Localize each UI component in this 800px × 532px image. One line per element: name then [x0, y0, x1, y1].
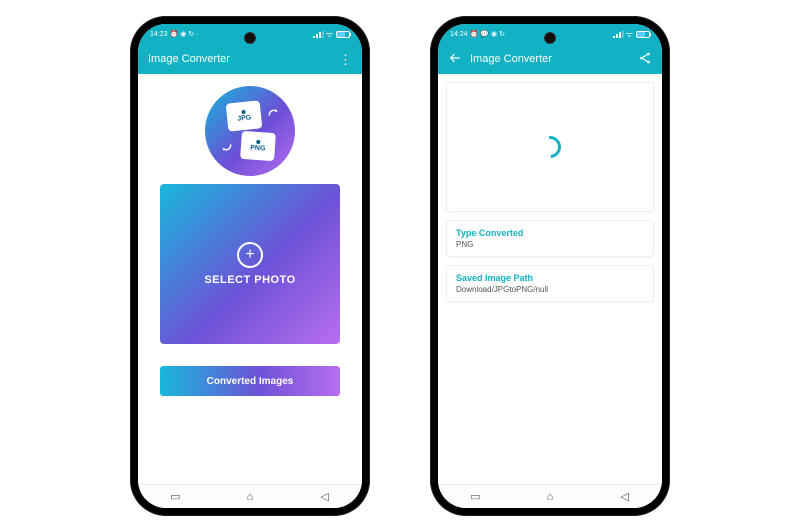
status-time: 14:24	[450, 31, 468, 38]
type-converted-value: PNG	[456, 240, 644, 249]
app-bar: Image Converter	[438, 44, 662, 74]
app-title: Image Converter	[148, 53, 339, 65]
nav-recent-icon[interactable]: ▭	[467, 489, 483, 505]
record-icon: ◉	[491, 30, 497, 38]
jpg-label: JPG	[237, 114, 252, 122]
status-time: 14:23	[150, 31, 168, 38]
status-bar: 14:23 ⏰ ◉ ↻ ∙ ᯤ	[138, 24, 362, 44]
type-converted-card: Type Converted PNG	[446, 220, 654, 257]
status-bar: 14:24 ⏰ 💬 ◉ ↻ ᯤ	[438, 24, 662, 44]
nav-recent-icon[interactable]: ▭	[167, 489, 183, 505]
main-content: Type Converted PNG Saved Image Path Down…	[438, 74, 662, 484]
saved-path-value: Download/JPGtoPNG/null	[456, 285, 644, 294]
screen-left: 14:23 ⏰ ◉ ↻ ∙ ᯤ Image Converter ⋮ JPG	[138, 24, 362, 508]
app-bar: Image Converter ⋮	[138, 44, 362, 74]
sync-icon: ↻	[499, 30, 505, 38]
record-icon: ◉	[180, 30, 186, 38]
share-icon[interactable]	[638, 51, 652, 68]
converted-images-button[interactable]: Converted Images	[160, 366, 340, 396]
wifi-icon: ᯤ	[326, 29, 333, 40]
screen-right: 14:24 ⏰ 💬 ◉ ↻ ᯤ Image Converter	[438, 24, 662, 508]
nav-home-icon[interactable]: ⌂	[542, 489, 558, 505]
png-card-icon: PNG	[240, 131, 276, 161]
app-logo: JPG PNG	[205, 86, 295, 176]
nav-home-icon[interactable]: ⌂	[242, 489, 258, 505]
phone-left: 14:23 ⏰ ◉ ↻ ∙ ᯤ Image Converter ⋮ JPG	[130, 16, 370, 516]
plus-icon: +	[237, 242, 263, 268]
nav-bar: ▭ ⌂ ◁	[138, 484, 362, 508]
saved-path-card: Saved Image Path Download/JPGtoPNG/null	[446, 265, 654, 302]
sync-icon: ↻	[188, 30, 194, 38]
app-title: Image Converter	[470, 53, 638, 65]
back-icon[interactable]	[448, 51, 462, 68]
type-converted-title: Type Converted	[456, 228, 644, 238]
chat-icon: 💬	[480, 30, 489, 38]
png-label: PNG	[250, 144, 266, 152]
arrow-right-icon	[267, 108, 281, 122]
jpg-card-icon: JPG	[226, 100, 263, 131]
battery-icon	[336, 31, 350, 38]
wifi-icon: ᯤ	[626, 29, 633, 40]
converted-images-label: Converted Images	[207, 376, 294, 387]
dots-icon: ∙	[196, 31, 198, 38]
arrow-left-icon	[219, 138, 233, 152]
image-preview-card	[446, 82, 654, 212]
phone-right: 14:24 ⏰ 💬 ◉ ↻ ᯤ Image Converter	[430, 16, 670, 516]
main-content: JPG PNG + SELECT PHOTO Converted Images	[138, 74, 362, 484]
signal-icon	[313, 31, 323, 38]
select-photo-label: SELECT PHOTO	[204, 274, 295, 286]
nav-bar: ▭ ⌂ ◁	[438, 484, 662, 508]
select-photo-button[interactable]: + SELECT PHOTO	[160, 184, 340, 344]
battery-icon	[636, 31, 650, 38]
nav-back-icon[interactable]: ◁	[317, 489, 333, 505]
nav-back-icon[interactable]: ◁	[617, 489, 633, 505]
alarm-icon: ⏰	[470, 30, 479, 38]
menu-icon[interactable]: ⋮	[339, 53, 352, 66]
saved-path-title: Saved Image Path	[456, 273, 644, 283]
loading-spinner-icon	[535, 132, 566, 163]
signal-icon	[613, 31, 623, 38]
alarm-icon: ⏰	[170, 30, 179, 38]
